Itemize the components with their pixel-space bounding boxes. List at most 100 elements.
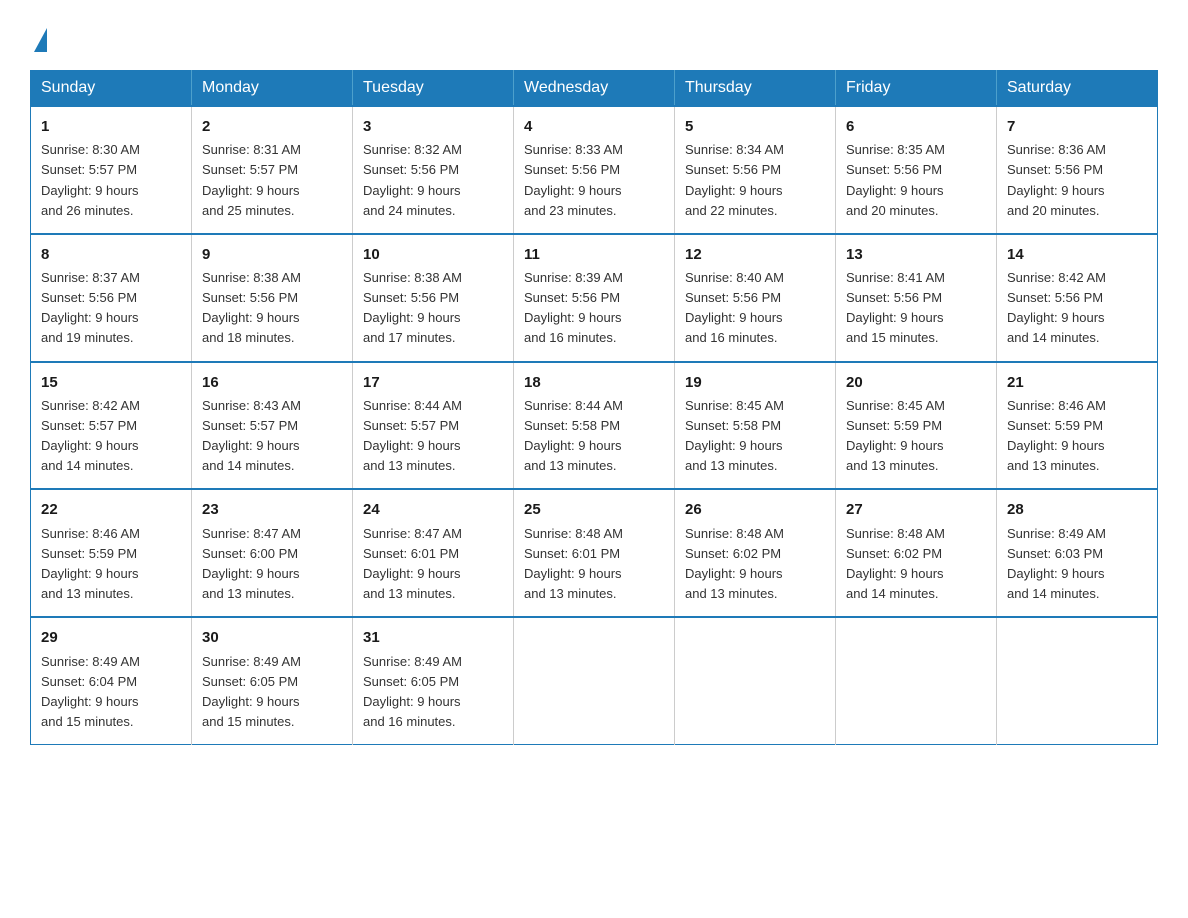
day-number: 12 (685, 243, 825, 266)
day-number: 13 (846, 243, 986, 266)
calendar-week-row: 1Sunrise: 8:30 AM Sunset: 5:57 PM Daylig… (31, 106, 1158, 234)
calendar-cell: 14Sunrise: 8:42 AM Sunset: 5:56 PM Dayli… (997, 234, 1158, 362)
calendar-header-row: SundayMondayTuesdayWednesdayThursdayFrid… (31, 71, 1158, 107)
day-info: Sunrise: 8:49 AM Sunset: 6:05 PM Dayligh… (202, 652, 342, 733)
day-number: 10 (363, 243, 503, 266)
day-number: 27 (846, 498, 986, 521)
calendar-cell (836, 617, 997, 744)
day-info: Sunrise: 8:40 AM Sunset: 5:56 PM Dayligh… (685, 268, 825, 349)
day-header-thursday: Thursday (675, 71, 836, 107)
calendar-cell (514, 617, 675, 744)
day-header-monday: Monday (192, 71, 353, 107)
day-info: Sunrise: 8:34 AM Sunset: 5:56 PM Dayligh… (685, 140, 825, 221)
day-header-tuesday: Tuesday (353, 71, 514, 107)
page-header (30, 20, 1158, 52)
day-number: 31 (363, 626, 503, 649)
day-number: 4 (524, 115, 664, 138)
day-number: 26 (685, 498, 825, 521)
calendar-week-row: 29 Sunrise: 8:49 AM Sunset: 6:04 PM Dayli… (31, 617, 1158, 744)
day-info: Sunrise: 8:31 AM Sunset: 5:57 PM Dayligh… (202, 140, 342, 221)
calendar-cell: 6Sunrise: 8:35 AM Sunset: 5:56 PM Daylig… (836, 106, 997, 234)
day-number: 23 (202, 498, 342, 521)
day-info: Sunrise: 8:45 AM Sunset: 5:59 PM Dayligh… (846, 396, 986, 477)
day-number: 8 (41, 243, 181, 266)
calendar-cell: 1Sunrise: 8:30 AM Sunset: 5:57 PM Daylig… (31, 106, 192, 234)
day-number: 19 (685, 371, 825, 394)
day-header-saturday: Saturday (997, 71, 1158, 107)
day-info: Sunrise: 8:33 AM Sunset: 5:56 PM Dayligh… (524, 140, 664, 221)
day-number: 14 (1007, 243, 1147, 266)
day-number: 18 (524, 371, 664, 394)
calendar-week-row: 8Sunrise: 8:37 AM Sunset: 5:56 PM Daylig… (31, 234, 1158, 362)
day-number: 6 (846, 115, 986, 138)
calendar-cell: 4Sunrise: 8:33 AM Sunset: 5:56 PM Daylig… (514, 106, 675, 234)
day-info: Sunrise: 8:48 AM Sunset: 6:02 PM Dayligh… (846, 524, 986, 605)
day-number: 24 (363, 498, 503, 521)
calendar-cell: 7Sunrise: 8:36 AM Sunset: 5:56 PM Daylig… (997, 106, 1158, 234)
day-number: 16 (202, 371, 342, 394)
calendar-cell (997, 617, 1158, 744)
calendar-table: SundayMondayTuesdayWednesdayThursdayFrid… (30, 70, 1158, 745)
day-info: Sunrise: 8:32 AM Sunset: 5:56 PM Dayligh… (363, 140, 503, 221)
day-header-sunday: Sunday (31, 71, 192, 107)
day-info: Sunrise: 8:38 AM Sunset: 5:56 PM Dayligh… (202, 268, 342, 349)
day-number: 9 (202, 243, 342, 266)
day-info: Sunrise: 8:42 AM Sunset: 5:56 PM Dayligh… (1007, 268, 1147, 349)
calendar-cell: 8Sunrise: 8:37 AM Sunset: 5:56 PM Daylig… (31, 234, 192, 362)
day-number: 30 (202, 626, 342, 649)
calendar-cell: 25 Sunrise: 8:48 AM Sunset: 6:01 PM Dayli… (514, 489, 675, 617)
calendar-cell: 29 Sunrise: 8:49 AM Sunset: 6:04 PM Dayli… (31, 617, 192, 744)
logo (30, 20, 47, 52)
day-info: Sunrise: 8:45 AM Sunset: 5:58 PM Dayligh… (685, 396, 825, 477)
calendar-week-row: 22 Sunrise: 8:46 AM Sunset: 5:59 PM Dayli… (31, 489, 1158, 617)
day-info: Sunrise: 8:35 AM Sunset: 5:56 PM Dayligh… (846, 140, 986, 221)
day-number: 20 (846, 371, 986, 394)
calendar-cell: 28Sunrise: 8:49 AM Sunset: 6:03 PM Dayli… (997, 489, 1158, 617)
day-info: Sunrise: 8:48 AM Sunset: 6:01 PM Dayligh… (524, 524, 664, 605)
day-info: Sunrise: 8:49 AM Sunset: 6:04 PM Dayligh… (41, 652, 181, 733)
day-info: Sunrise: 8:46 AM Sunset: 5:59 PM Dayligh… (41, 524, 181, 605)
calendar-cell: 13Sunrise: 8:41 AM Sunset: 5:56 PM Dayli… (836, 234, 997, 362)
calendar-cell: 16Sunrise: 8:43 AM Sunset: 5:57 PM Dayli… (192, 362, 353, 490)
day-info: Sunrise: 8:44 AM Sunset: 5:58 PM Dayligh… (524, 396, 664, 477)
calendar-cell: 31 Sunrise: 8:49 AM Sunset: 6:05 PM Dayli… (353, 617, 514, 744)
day-number: 25 (524, 498, 664, 521)
calendar-cell: 24 Sunrise: 8:47 AM Sunset: 6:01 PM Dayli… (353, 489, 514, 617)
calendar-cell: 23 Sunrise: 8:47 AM Sunset: 6:00 PM Dayli… (192, 489, 353, 617)
day-info: Sunrise: 8:48 AM Sunset: 6:02 PM Dayligh… (685, 524, 825, 605)
calendar-cell: 27 Sunrise: 8:48 AM Sunset: 6:02 PM Dayli… (836, 489, 997, 617)
day-info: Sunrise: 8:47 AM Sunset: 6:01 PM Dayligh… (363, 524, 503, 605)
day-info: Sunrise: 8:36 AM Sunset: 5:56 PM Dayligh… (1007, 140, 1147, 221)
day-number: 28 (1007, 498, 1147, 521)
calendar-cell: 3Sunrise: 8:32 AM Sunset: 5:56 PM Daylig… (353, 106, 514, 234)
calendar-cell: 26 Sunrise: 8:48 AM Sunset: 6:02 PM Dayli… (675, 489, 836, 617)
day-info: Sunrise: 8:49 AM Sunset: 6:05 PM Dayligh… (363, 652, 503, 733)
day-info: Sunrise: 8:41 AM Sunset: 5:56 PM Dayligh… (846, 268, 986, 349)
calendar-cell: 12Sunrise: 8:40 AM Sunset: 5:56 PM Dayli… (675, 234, 836, 362)
day-number: 15 (41, 371, 181, 394)
day-number: 1 (41, 115, 181, 138)
calendar-cell: 10Sunrise: 8:38 AM Sunset: 5:56 PM Dayli… (353, 234, 514, 362)
calendar-cell: 20Sunrise: 8:45 AM Sunset: 5:59 PM Dayli… (836, 362, 997, 490)
day-header-friday: Friday (836, 71, 997, 107)
day-info: Sunrise: 8:43 AM Sunset: 5:57 PM Dayligh… (202, 396, 342, 477)
calendar-cell: 22 Sunrise: 8:46 AM Sunset: 5:59 PM Dayli… (31, 489, 192, 617)
day-info: Sunrise: 8:47 AM Sunset: 6:00 PM Dayligh… (202, 524, 342, 605)
day-number: 2 (202, 115, 342, 138)
day-info: Sunrise: 8:37 AM Sunset: 5:56 PM Dayligh… (41, 268, 181, 349)
calendar-cell (675, 617, 836, 744)
day-number: 7 (1007, 115, 1147, 138)
calendar-cell: 18Sunrise: 8:44 AM Sunset: 5:58 PM Dayli… (514, 362, 675, 490)
day-number: 22 (41, 498, 181, 521)
day-info: Sunrise: 8:42 AM Sunset: 5:57 PM Dayligh… (41, 396, 181, 477)
calendar-cell: 9Sunrise: 8:38 AM Sunset: 5:56 PM Daylig… (192, 234, 353, 362)
day-number: 17 (363, 371, 503, 394)
day-info: Sunrise: 8:46 AM Sunset: 5:59 PM Dayligh… (1007, 396, 1147, 477)
day-info: Sunrise: 8:38 AM Sunset: 5:56 PM Dayligh… (363, 268, 503, 349)
calendar-cell: 30 Sunrise: 8:49 AM Sunset: 6:05 PM Dayli… (192, 617, 353, 744)
day-header-wednesday: Wednesday (514, 71, 675, 107)
calendar-cell: 11Sunrise: 8:39 AM Sunset: 5:56 PM Dayli… (514, 234, 675, 362)
day-number: 29 (41, 626, 181, 649)
day-info: Sunrise: 8:44 AM Sunset: 5:57 PM Dayligh… (363, 396, 503, 477)
calendar-cell: 19Sunrise: 8:45 AM Sunset: 5:58 PM Dayli… (675, 362, 836, 490)
